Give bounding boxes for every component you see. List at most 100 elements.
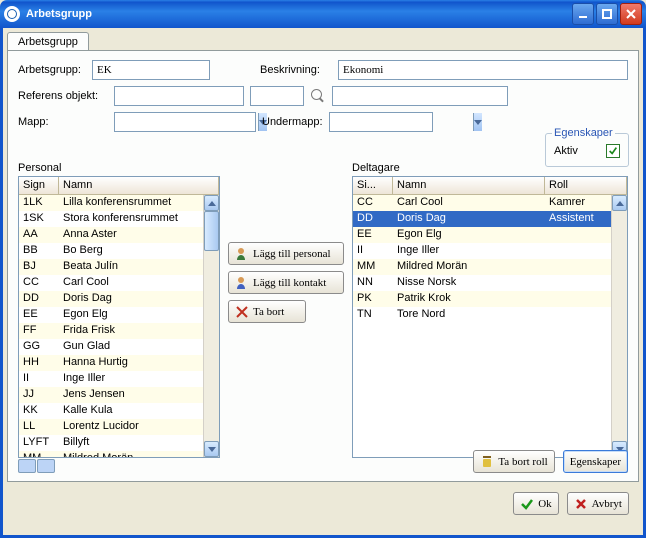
table-row[interactable]: FFFrida Frisk (19, 323, 219, 339)
window-title: Arbetsgrupp (26, 8, 572, 20)
table-row[interactable]: LYFTBillyft (19, 435, 219, 451)
scroll-thumb[interactable] (204, 211, 219, 251)
table-row[interactable]: LLLorentz Lucidor (19, 419, 219, 435)
grid-tool-icon[interactable] (18, 459, 36, 473)
cell-sign: TN (353, 307, 393, 323)
table-row[interactable]: 1SKStora konferensrummet (19, 211, 219, 227)
grid-tool-icon[interactable] (37, 459, 55, 473)
cell-sign: CC (19, 275, 59, 291)
search-icon[interactable] (310, 88, 326, 104)
deltagare-col-namn[interactable]: Namn (393, 177, 545, 194)
table-row[interactable]: BBBo Berg (19, 243, 219, 259)
cell-namn: Gun Glad (59, 339, 219, 355)
scroll-down-icon[interactable] (204, 441, 219, 457)
scrollbar[interactable] (611, 195, 627, 457)
table-row[interactable]: CCCarl CoolKamrer (353, 195, 627, 211)
cell-sign: MM (353, 259, 393, 275)
personal-grid[interactable]: Sign Namn 1LKLilla konferensrummet1SKSto… (18, 176, 220, 458)
dropdown-icon[interactable] (473, 113, 482, 131)
mapp-text[interactable] (115, 114, 258, 130)
deltagare-col-sign[interactable]: Si... (353, 177, 393, 194)
egenskaper-legend: Egenskaper (552, 127, 615, 139)
cell-sign: FF (19, 323, 59, 339)
cell-sign: BB (19, 243, 59, 259)
deltagare-grid-header: Si... Namn Roll (353, 177, 627, 195)
table-row[interactable]: EEEgon Elg (19, 307, 219, 323)
ok-button[interactable]: Ok (513, 492, 558, 515)
table-row[interactable]: JJJens Jensen (19, 387, 219, 403)
scroll-up-icon[interactable] (204, 195, 219, 211)
cell-namn: Lilla konferensrummet (59, 195, 219, 211)
add-personal-button[interactable]: Lägg till personal (228, 242, 344, 265)
avbryt-button[interactable]: Avbryt (567, 492, 629, 515)
maximize-button[interactable] (596, 3, 618, 25)
deltagare-grid[interactable]: Si... Namn Roll CCCarl CoolKamrerDDDoris… (352, 176, 628, 458)
table-row[interactable]: AAAnna Aster (19, 227, 219, 243)
table-row[interactable]: TNTore Nord (353, 307, 627, 323)
beskrivning-label: Beskrivning: (260, 64, 332, 76)
deltagare-col-roll[interactable]: Roll (545, 177, 627, 194)
contact-add-icon (235, 276, 249, 290)
table-row[interactable]: EEEgon Elg (353, 227, 627, 243)
cell-namn: Mildred Morän (393, 259, 545, 275)
cell-sign: AA (19, 227, 59, 243)
undermapp-combo[interactable] (329, 112, 433, 132)
cell-namn: Carl Cool (59, 275, 219, 291)
ta-bort-roll-button[interactable]: Ta bort roll (473, 450, 554, 473)
minimize-button[interactable] (572, 3, 594, 25)
cell-sign: LL (19, 419, 59, 435)
table-row[interactable]: HHHanna Hurtig (19, 355, 219, 371)
cell-namn: Inge Iller (393, 243, 545, 259)
referens-number-input[interactable] (250, 86, 304, 106)
referens-description-input[interactable] (332, 86, 508, 106)
cell-sign: 1SK (19, 211, 59, 227)
table-row[interactable]: PKPatrik Krok (353, 291, 627, 307)
cell-namn: Egon Elg (59, 307, 219, 323)
remove-label: Ta bort (253, 306, 284, 318)
tabstrip: Arbetsgrupp (7, 32, 639, 51)
cell-namn: Frida Frisk (59, 323, 219, 339)
personal-title: Personal (18, 162, 220, 174)
table-row[interactable]: IIInge Iller (353, 243, 627, 259)
cell-sign: GG (19, 339, 59, 355)
table-row[interactable]: GGGun Glad (19, 339, 219, 355)
mapp-combo[interactable] (114, 112, 256, 132)
remove-button[interactable]: Ta bort (228, 300, 306, 323)
scrollbar[interactable] (203, 195, 219, 457)
delete-icon (235, 305, 249, 319)
cell-namn: Kalle Kula (59, 403, 219, 419)
cell-namn: Lorentz Lucidor (59, 419, 219, 435)
egenskaper-button[interactable]: Egenskaper (563, 450, 628, 473)
referens-objekt-combo[interactable] (114, 86, 244, 106)
personal-col-namn[interactable]: Namn (59, 177, 219, 194)
table-row[interactable]: DDDoris DagAssistent (353, 211, 627, 227)
close-button[interactable] (620, 3, 642, 25)
personal-grid-header: Sign Namn (19, 177, 219, 195)
arbetsgrupp-input[interactable] (92, 60, 210, 80)
undermapp-text[interactable] (330, 114, 473, 130)
scroll-up-icon[interactable] (612, 195, 627, 211)
cell-sign: MM (19, 451, 59, 457)
table-row[interactable]: 1LKLilla konferensrummet (19, 195, 219, 211)
tab-arbetsgrupp[interactable]: Arbetsgrupp (7, 32, 89, 51)
referens-objekt-text[interactable] (115, 88, 258, 104)
beskrivning-input[interactable] (338, 60, 628, 80)
aktiv-checkbox[interactable] (606, 144, 620, 158)
cell-namn: Bo Berg (59, 243, 219, 259)
table-row[interactable]: MMMildred Morän (353, 259, 627, 275)
table-row[interactable]: KKKalle Kula (19, 403, 219, 419)
table-row[interactable]: NNNisse Norsk (353, 275, 627, 291)
table-row[interactable]: CCCarl Cool (19, 275, 219, 291)
add-kontakt-button[interactable]: Lägg till kontakt (228, 271, 344, 294)
table-row[interactable]: BJBeata Julín (19, 259, 219, 275)
egenskaper-label: Egenskaper (570, 456, 621, 468)
add-personal-label: Lägg till personal (253, 248, 331, 260)
cell-sign: CC (353, 195, 393, 211)
personal-col-sign[interactable]: Sign (19, 177, 59, 194)
cell-namn: Nisse Norsk (393, 275, 545, 291)
table-row[interactable]: DDDoris Dag (19, 291, 219, 307)
cell-sign: BJ (19, 259, 59, 275)
table-row[interactable]: IIInge Iller (19, 371, 219, 387)
table-row[interactable]: MMMildred Morän (19, 451, 219, 457)
role-remove-icon (480, 455, 494, 469)
